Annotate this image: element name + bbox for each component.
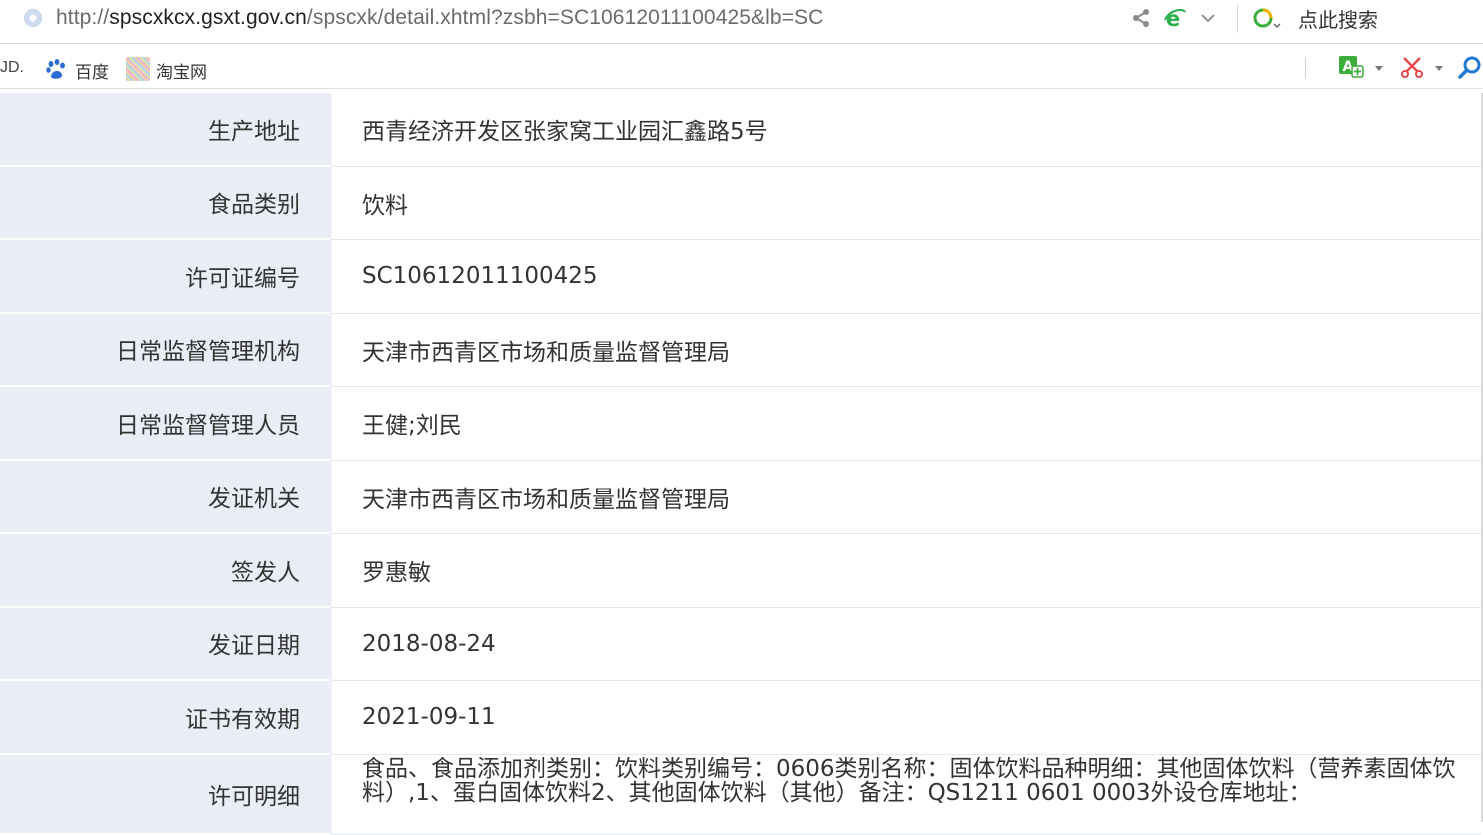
ie-compat-mode-icon[interactable]: e — [1163, 6, 1187, 30]
field-value: 2018-08-24 — [362, 630, 496, 657]
dropdown-arrow-icon[interactable] — [1374, 64, 1384, 72]
table-row: 许可证编号 SC10612011100425 — [0, 240, 1483, 314]
field-label: 日常监督管理人员 — [116, 412, 300, 439]
translate-icon[interactable]: A — [1337, 53, 1365, 81]
label-cell: 食品类别 — [0, 166, 330, 240]
field-label: 生产地址 — [208, 118, 300, 145]
table-row: 证书有效期 2021-09-11 — [0, 681, 1483, 755]
value-cell: 2018-08-24 — [330, 607, 1481, 681]
magnifier-icon[interactable] — [1457, 55, 1483, 81]
field-value: 食品、食品添加剂类别：饮料类别编号：0606类别名称：固体饮料品种明细：其他固体… — [362, 756, 1456, 806]
search-engine-logo-icon[interactable] — [1252, 7, 1282, 31]
bookmark-baidu[interactable]: 百度 — [75, 58, 109, 83]
label-cell: 许可明细 — [0, 754, 330, 835]
field-value: 罗惠敏 — [362, 560, 431, 587]
value-cell: SC10612011100425 — [330, 240, 1481, 314]
label-cell: 日常监督管理人员 — [0, 387, 330, 461]
bookmark-taobao[interactable]: 淘宝网 — [156, 58, 207, 83]
field-value: 西青经济开发区张家窝工业园汇鑫路5号 — [362, 119, 768, 146]
field-label: 发证日期 — [208, 633, 300, 660]
value-cell: 2021-09-11 — [330, 681, 1481, 755]
table-row: 发证机关 天津市西青区市场和质量监督管理局 — [0, 460, 1483, 534]
table-row: 日常监督管理人员 王健;刘民 — [0, 387, 1483, 461]
label-cell: 日常监督管理机构 — [0, 313, 330, 387]
table-row: 日常监督管理机构 天津市西青区市场和质量监督管理局 — [0, 313, 1483, 387]
value-cell: 王健;刘民 — [330, 387, 1481, 461]
field-label: 许可明细 — [208, 783, 300, 810]
chevron-down-icon[interactable] — [1199, 9, 1217, 27]
table-row: 许可明细 食品、食品添加剂类别：饮料类别编号：0606类别名称：固体饮料品种明细… — [0, 754, 1483, 835]
scissors-icon[interactable] — [1400, 55, 1424, 79]
field-label: 发证机关 — [208, 486, 300, 513]
url-path: /spscxk/detail.xhtml?zsbh=SC106120111004… — [306, 6, 824, 29]
value-cell: 西青经济开发区张家窝工业园汇鑫路5号 — [330, 93, 1481, 167]
label-cell: 生产地址 — [0, 93, 330, 167]
label-cell: 发证机关 — [0, 460, 330, 534]
table-row: 生产地址 西青经济开发区张家窝工业园汇鑫路5号 — [0, 93, 1483, 167]
search-box[interactable]: 点此搜索 — [1298, 4, 1378, 33]
field-value: 天津市西青区市场和质量监督管理局 — [362, 486, 730, 513]
field-value: 王健;刘民 — [362, 413, 462, 440]
table-row: 签发人 罗惠敏 — [0, 534, 1483, 608]
dropdown-arrow-icon[interactable] — [1434, 64, 1444, 72]
page-globe-icon — [24, 9, 42, 27]
table-row: 食品类别 饮料 — [0, 166, 1483, 240]
field-value: 天津市西青区市场和质量监督管理局 — [362, 339, 730, 366]
field-value: 2021-09-11 — [362, 704, 496, 731]
label-cell: 发证日期 — [0, 607, 330, 681]
baidu-paw-icon[interactable] — [45, 58, 67, 80]
field-label: 日常监督管理机构 — [116, 339, 300, 366]
field-value: SC10612011100425 — [362, 263, 598, 290]
bookmarks-bar: JD. 百度 淘宝网 A — [0, 45, 1483, 89]
divider — [1305, 57, 1306, 79]
field-label: 签发人 — [231, 559, 300, 586]
license-detail-table: 生产地址 西青经济开发区张家窝工业园汇鑫路5号 食品类别 饮料 许可证编号 SC… — [0, 93, 1483, 835]
taobao-icon[interactable] — [126, 57, 150, 81]
bookmark-jd[interactable]: JD. — [0, 59, 24, 77]
label-cell: 证书有效期 — [0, 681, 330, 755]
url-field[interactable]: http://spscxkcx.gsxt.gov.cn/spscxk/detai… — [56, 6, 823, 30]
table-row: 发证日期 2018-08-24 — [0, 607, 1483, 681]
value-cell: 天津市西青区市场和质量监督管理局 — [330, 460, 1481, 534]
url-prefix: http:// — [56, 6, 110, 29]
address-bar: http://spscxkcx.gsxt.gov.cn/spscxk/detai… — [0, 0, 1483, 44]
value-cell: 天津市西青区市场和质量监督管理局 — [330, 313, 1481, 387]
value-cell: 食品、食品添加剂类别：饮料类别编号：0606类别名称：固体饮料品种明细：其他固体… — [330, 754, 1481, 835]
field-label: 食品类别 — [208, 192, 300, 219]
label-cell: 签发人 — [0, 534, 330, 608]
field-value: 饮料 — [362, 192, 408, 219]
divider — [1237, 5, 1238, 33]
share-icon[interactable] — [1130, 7, 1152, 29]
field-label: 证书有效期 — [185, 706, 300, 733]
field-label: 许可证编号 — [185, 265, 300, 292]
label-cell: 许可证编号 — [0, 240, 330, 314]
value-cell: 罗惠敏 — [330, 534, 1481, 608]
url-host: spscxkcx.gsxt.gov.cn — [109, 6, 307, 29]
value-cell: 饮料 — [330, 166, 1481, 240]
